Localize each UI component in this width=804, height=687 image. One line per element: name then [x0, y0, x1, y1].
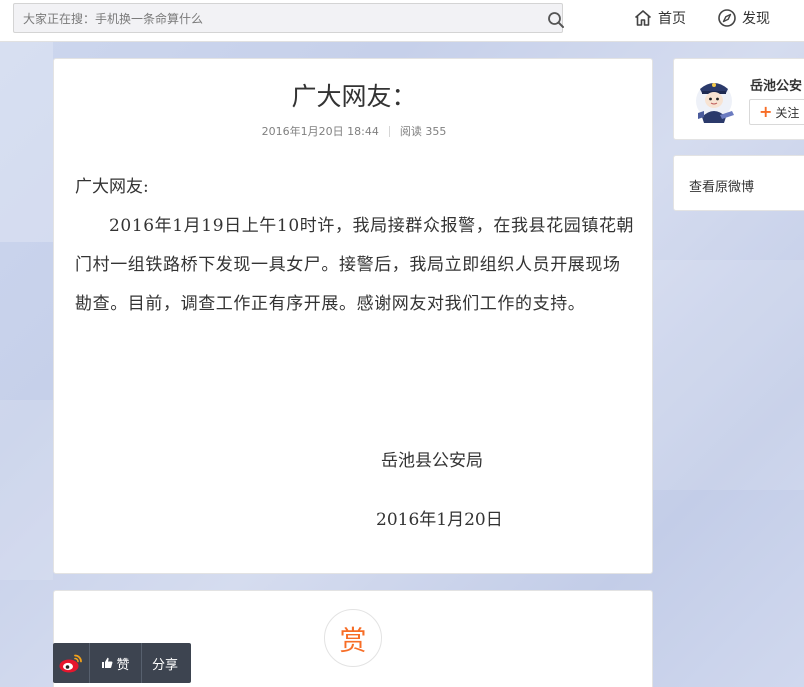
search-input[interactable] [23, 9, 523, 29]
sign-date: 2016年1月20日 [376, 510, 503, 530]
nav-discover-label: 发现 [742, 11, 770, 27]
nav-home[interactable]: 首页 [633, 8, 686, 28]
article-card: 广大网友： 2016年1月20日 18:44 阅读 355 广大网友: 2016… [53, 58, 653, 574]
article-paragraph: 2016年1月19日上午10时许，我局接群众报警，在我县花园镇花朝门村一组铁路桥… [75, 216, 635, 314]
weibo-share-button[interactable] [53, 643, 89, 683]
signer: 岳池县公安局 [381, 451, 483, 471]
top-bar: 首页 发现 [0, 0, 804, 42]
share-bar: 赞 分享 [53, 643, 191, 683]
search-box [13, 3, 565, 33]
background-tile [653, 260, 804, 490]
compass-icon [718, 9, 736, 27]
article-title: 广大网友： [291, 82, 417, 111]
home-icon [634, 10, 652, 26]
plus-icon: + [759, 102, 773, 121]
share-label: 分享 [151, 657, 178, 673]
search-icon[interactable] [547, 11, 565, 29]
view-original-link[interactable]: 查看原微博 [689, 176, 754, 195]
meta-divider [388, 125, 390, 137]
nav-home-label: 首页 [658, 11, 686, 27]
article-meta: 2016年1月20日 18:44 阅读 355 [54, 123, 654, 139]
author-card: 岳池公安 + 关注 [673, 58, 804, 140]
reward-label: 赏 [339, 625, 367, 657]
background-tile [0, 400, 53, 580]
view-original-card: 查看原微博 [673, 155, 804, 211]
like-button[interactable]: 赞 [90, 643, 141, 683]
read-count: 阅读 355 [399, 125, 447, 138]
share-button[interactable]: 分享 [142, 643, 188, 683]
reward-button[interactable]: 赏 [324, 609, 382, 667]
nav-discover[interactable]: 发现 [717, 8, 770, 28]
thumbs-up-icon [102, 657, 113, 668]
follow-button[interactable]: + 关注 [749, 99, 804, 125]
author-name[interactable]: 岳池公安 [750, 75, 802, 94]
salutation: 广大网友: [75, 177, 149, 197]
background-tile [0, 42, 53, 242]
avatar[interactable] [690, 73, 742, 125]
publish-date: 2016年1月20日 18:44 [261, 125, 379, 138]
weibo-icon [59, 654, 82, 673]
follow-label: 关注 [775, 105, 800, 120]
like-label: 赞 [116, 657, 130, 673]
